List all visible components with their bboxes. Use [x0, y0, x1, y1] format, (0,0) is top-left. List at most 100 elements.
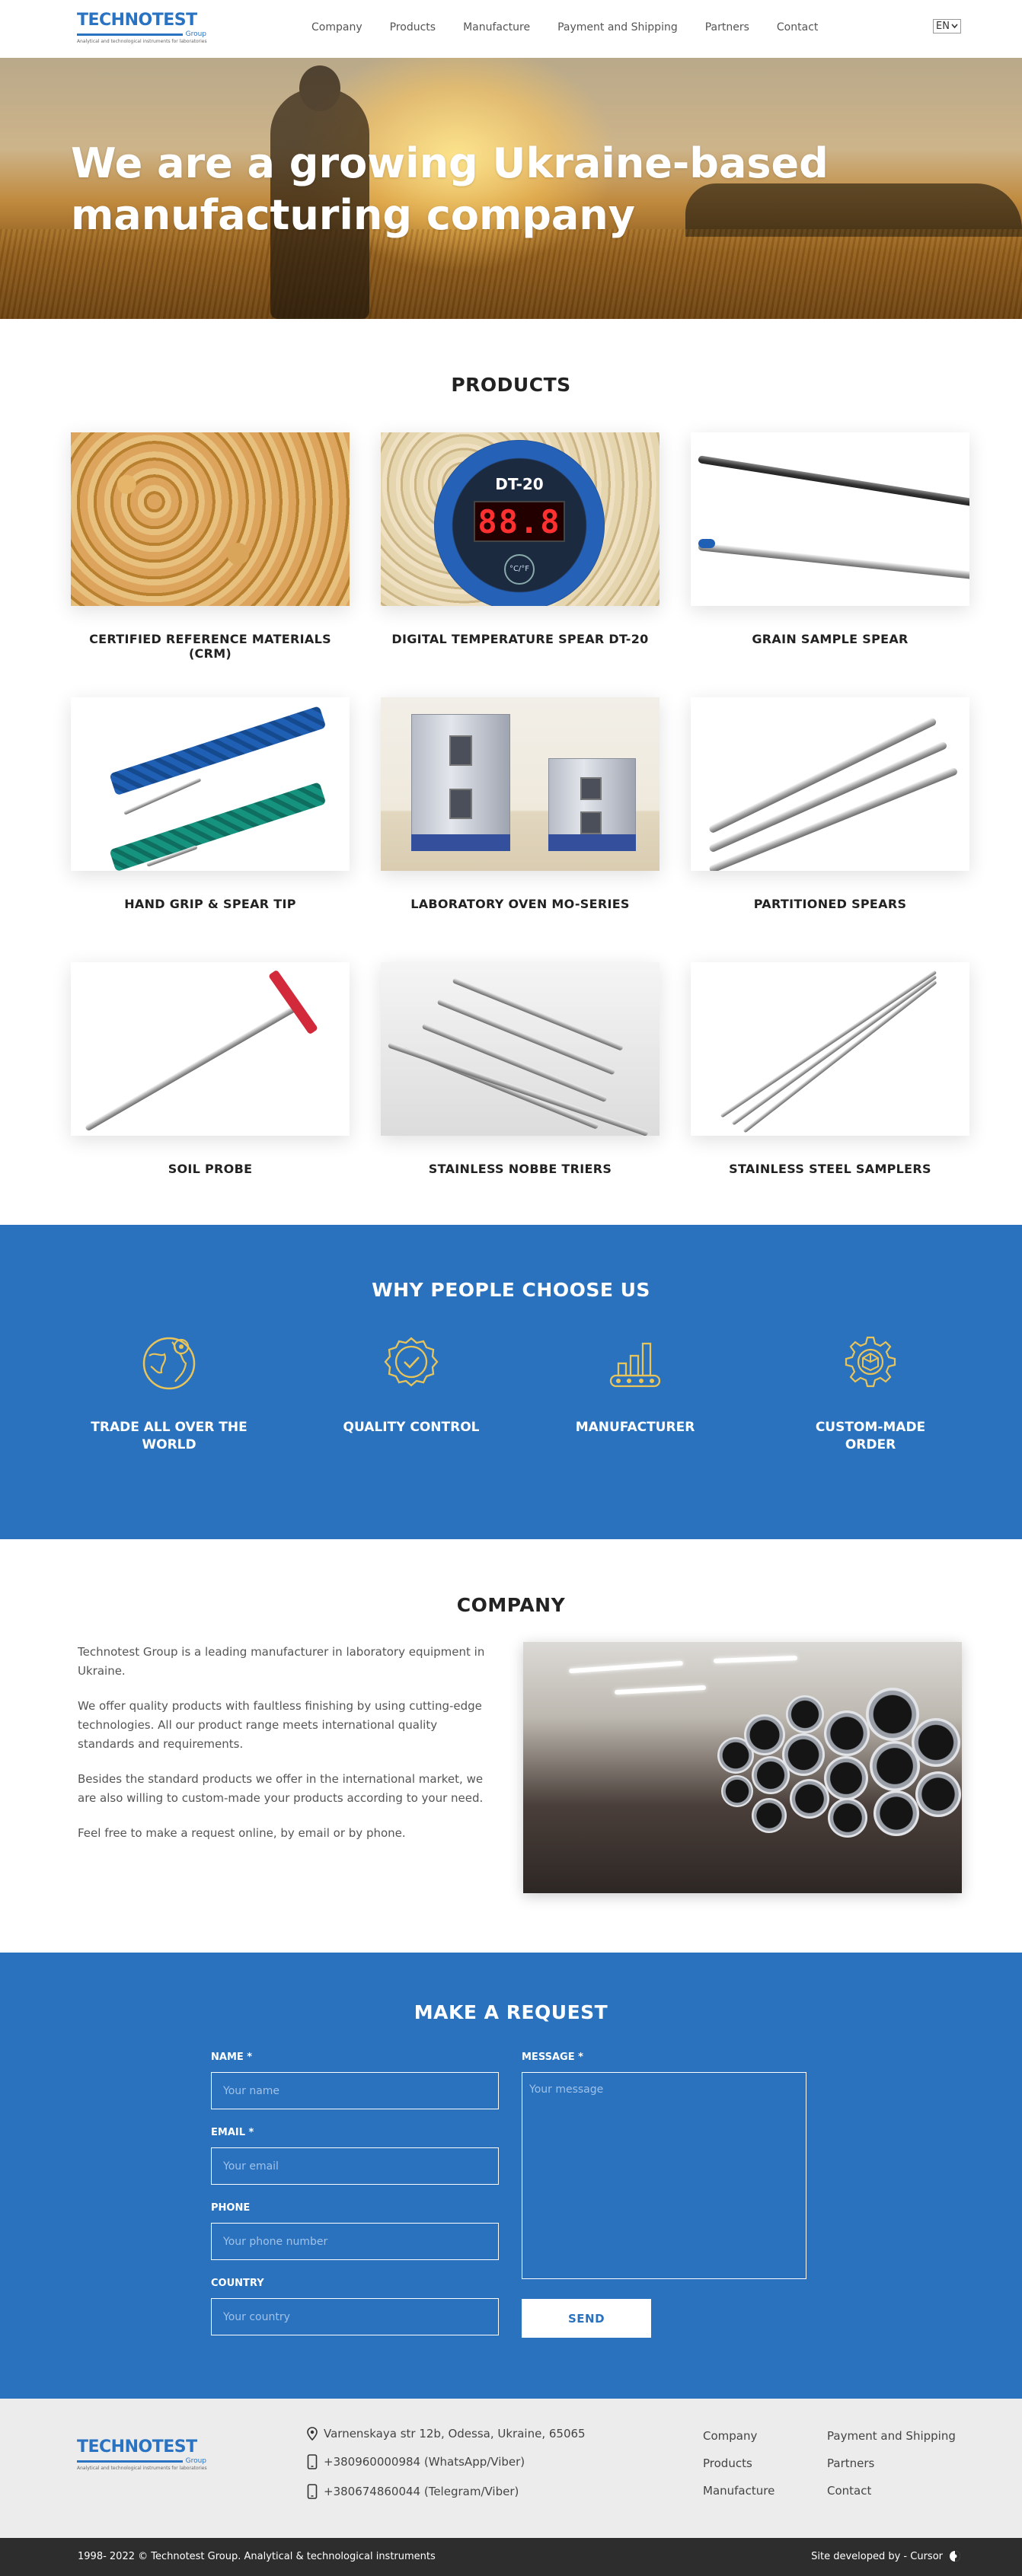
logo-tagline: Analytical and technological instruments… — [77, 2466, 207, 2471]
products-section: PRODUCTS CERTIFIED REFERENCE MATERIALS (… — [0, 319, 1022, 1225]
product-label: CERTIFIED REFERENCE MATERIALS (CRM) — [89, 632, 331, 661]
product-card-oven[interactable]: LABORATORY OVEN MO-SERIES — [381, 697, 660, 911]
product-card-grain-spear[interactable]: GRAIN SAMPLE SPEAR — [691, 432, 969, 646]
why-item-manufacturer: MANUFACTURER — [548, 1331, 723, 1436]
language-value: EN — [936, 21, 950, 32]
chevron-down-icon — [951, 24, 958, 29]
footer-phone-2[interactable]: +380674860044 (Telegram/Viber) — [307, 2484, 519, 2499]
product-label: HAND GRIP & SPEAR TIP — [124, 897, 296, 911]
company-paragraph: Besides the standard products we offer i… — [78, 1772, 484, 1805]
footer-nav-products[interactable]: Products — [703, 2456, 752, 2470]
why-item-quality: QUALITY CONTROL — [324, 1331, 499, 1436]
company-description: Technotest Group is a leading manufactur… — [78, 1643, 493, 1859]
product-card-dt20[interactable]: DT-20 88.8 °C/°F DIGITAL TEMPERATURE SPE… — [381, 432, 660, 646]
email-field[interactable] — [211, 2147, 499, 2185]
product-label: GRAIN SAMPLE SPEAR — [752, 632, 909, 646]
copyright-text: 1998- 2022 © Technotest Group. Analytica… — [78, 2551, 436, 2562]
email-label: EMAIL * — [211, 2127, 254, 2138]
company-paragraph: We offer quality products with faultless… — [78, 1699, 482, 1751]
footer-nav-contact[interactable]: Contact — [827, 2484, 871, 2498]
phone-field[interactable] — [211, 2223, 499, 2260]
product-image-steel-samplers — [691, 962, 969, 1136]
country-label: COUNTRY — [211, 2278, 264, 2289]
product-image-grain-spear — [691, 432, 969, 606]
footer-nav-payment-shipping[interactable]: Payment and Shipping — [827, 2429, 956, 2443]
footer-nav-company[interactable]: Company — [703, 2429, 757, 2443]
request-title: MAKE A REQUEST — [414, 2001, 608, 2023]
hero-title: We are a growing Ukraine-based manufactu… — [71, 139, 829, 239]
custom-gear-icon — [845, 1336, 896, 1388]
why-title: WHY PEOPLE CHOOSE US — [372, 1279, 650, 1301]
logo-wordmark: TECHNOTEST — [77, 11, 197, 30]
country-field[interactable] — [211, 2298, 499, 2335]
logo-wordmark: TECHNOTEST — [77, 2437, 197, 2456]
phone-label: PHONE — [211, 2202, 251, 2214]
map-pin-icon — [307, 2427, 318, 2441]
product-image-partitioned-spears — [691, 697, 969, 871]
product-label: STAINLESS STEEL SAMPLERS — [729, 1162, 931, 1176]
developer-credit[interactable]: Site developed by - Cursor — [811, 2550, 961, 2562]
product-image-dt20: DT-20 88.8 °C/°F — [381, 432, 660, 606]
product-label: SOIL PROBE — [168, 1162, 253, 1176]
logo[interactable]: TECHNOTEST Group Analytical and technolo… — [77, 11, 207, 44]
footer-nav-manufacture[interactable]: Manufacture — [703, 2484, 774, 2498]
product-card-crm[interactable]: CERTIFIED REFERENCE MATERIALS (CRM) — [71, 432, 350, 661]
nav-products[interactable]: Products — [390, 21, 436, 33]
mobile-phone-icon — [307, 2484, 318, 2499]
product-card-nobbe-triers[interactable]: STAINLESS NOBBE TRIERS — [381, 962, 660, 1176]
why-item-trade: TRADE ALL OVER THE WORLD — [81, 1331, 257, 1454]
product-card-hand-grip[interactable]: HAND GRIP & SPEAR TIP — [71, 697, 350, 911]
request-section: MAKE A REQUEST NAME * EMAIL * PHONE COUN… — [0, 1953, 1022, 2399]
name-field[interactable] — [211, 2072, 499, 2109]
product-label: STAINLESS NOBBE TRIERS — [428, 1162, 612, 1176]
product-image-crm — [71, 432, 350, 606]
nav-contact[interactable]: Contact — [777, 21, 818, 33]
product-card-soil-probe[interactable]: SOIL PROBE — [71, 962, 350, 1176]
thermometer-display: DT-20 88.8 °C/°F — [434, 440, 605, 606]
product-label: DIGITAL TEMPERATURE SPEAR DT-20 — [391, 632, 649, 646]
globe-icon — [142, 1337, 196, 1390]
product-card-partitioned-spears[interactable]: PARTITIONED SPEARS — [691, 697, 969, 911]
footer-phone-1[interactable]: +380960000984 (WhatsApp/Viber) — [307, 2454, 525, 2469]
footer-logo[interactable]: TECHNOTEST Group Analytical and technolo… — [77, 2437, 207, 2471]
product-card-steel-samplers[interactable]: STAINLESS STEEL SAMPLERS — [691, 962, 969, 1176]
products-title: PRODUCTS — [451, 374, 571, 396]
nav-partners[interactable]: Partners — [705, 21, 749, 33]
product-image-oven — [381, 697, 660, 871]
company-title: COMPANY — [456, 1594, 566, 1616]
copyright-bar: 1998- 2022 © Technotest Group. Analytica… — [0, 2538, 1022, 2576]
company-paragraph: Technotest Group is a leading manufactur… — [78, 1645, 485, 1678]
message-label: MESSAGE * — [522, 2052, 583, 2063]
nav-company[interactable]: Company — [311, 21, 362, 33]
product-label: PARTITIONED SPEARS — [753, 897, 907, 911]
logo-tagline: Analytical and technological instruments… — [77, 39, 207, 44]
site-header: TECHNOTEST Group Analytical and technolo… — [0, 0, 1022, 58]
name-label: NAME * — [211, 2052, 253, 2063]
factory-icon — [609, 1342, 661, 1388]
send-button[interactable]: SEND — [522, 2299, 651, 2338]
site-footer: TECHNOTEST Group Analytical and technolo… — [0, 2399, 1022, 2538]
mobile-phone-icon — [307, 2454, 318, 2469]
company-section: COMPANY Technotest Group is a leading ma… — [0, 1539, 1022, 1953]
footer-nav-partners[interactable]: Partners — [827, 2456, 874, 2470]
logo-group-text: Group — [185, 30, 206, 38]
hero-banner: We are a growing Ukraine-based manufactu… — [0, 58, 1022, 319]
nav-manufacture[interactable]: Manufacture — [463, 21, 530, 33]
factory-photo — [523, 1642, 962, 1893]
hero-wheat-field — [0, 229, 1022, 319]
message-field[interactable] — [522, 2072, 806, 2279]
why-choose-us-section: WHY PEOPLE CHOOSE US TRADE ALL OVER THE … — [0, 1225, 1022, 1539]
product-image-nobbe-triers — [381, 962, 660, 1136]
footer-address: Varnenskaya str 12b, Odessa, Ukraine, 65… — [307, 2427, 586, 2441]
cursor-logo-icon — [950, 2551, 960, 2562]
logo-group-text: Group — [185, 2457, 206, 2465]
language-select[interactable]: EN — [933, 19, 961, 33]
quality-badge-icon — [384, 1337, 439, 1387]
product-image-soil-probe — [71, 962, 350, 1136]
main-nav: Company Products Manufacture Payment and… — [311, 21, 845, 33]
product-image-hand-grip — [71, 697, 350, 871]
company-paragraph: Feel free to make a request online, by e… — [78, 1826, 406, 1840]
why-item-custom: CUSTOM-MADE ORDER — [783, 1331, 958, 1454]
nav-payment-shipping[interactable]: Payment and Shipping — [557, 21, 678, 33]
product-label: LABORATORY OVEN MO-SERIES — [410, 897, 630, 911]
